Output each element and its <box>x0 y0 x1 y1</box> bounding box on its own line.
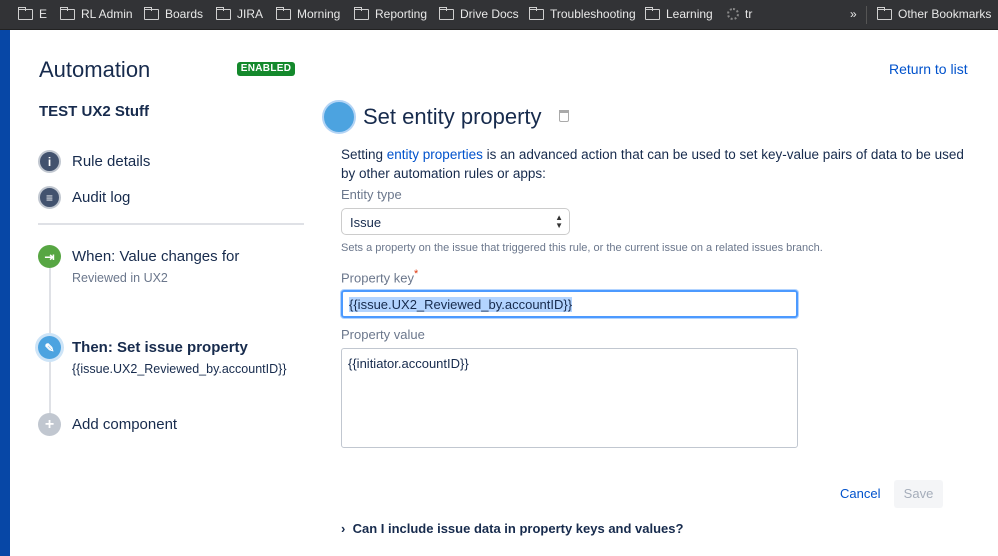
bookmark-drive-docs[interactable]: Drive Docs <box>439 6 519 21</box>
set-property-icon <box>322 100 356 134</box>
bookmarks-overflow-button[interactable]: » <box>850 7 857 21</box>
folder-icon <box>144 6 159 20</box>
folder-icon <box>529 6 544 20</box>
plus-icon: + <box>38 413 61 436</box>
bookmark-learning[interactable]: Learning <box>645 6 713 21</box>
bookmark-jira[interactable]: JIRA <box>216 6 263 21</box>
info-icon: i <box>38 150 61 173</box>
globe-icon <box>727 8 739 20</box>
folder-icon <box>276 6 291 20</box>
project-name: TEST UX2 Stuff <box>39 103 150 120</box>
other-bookmarks[interactable]: Other Bookmarks <box>877 6 991 21</box>
entity-type-label: Entity type <box>341 187 402 202</box>
step-trigger-detail: Reviewed in UX2 <box>72 271 168 285</box>
page-title: Automation <box>39 57 151 82</box>
bookmark-rl-admin[interactable]: RL Admin <box>60 6 133 21</box>
folder-icon <box>216 6 231 20</box>
step-action[interactable]: Then: Set issue property <box>72 339 248 356</box>
app-sidebar-strip <box>0 30 10 556</box>
trigger-icon: ⇥ <box>38 245 61 268</box>
action-title: Set entity property <box>363 104 542 129</box>
bookmark-morning[interactable]: Morning <box>276 6 340 21</box>
bookmark-boards[interactable]: Boards <box>144 6 203 21</box>
action-icon: ✎ <box>38 336 61 359</box>
folder-icon <box>439 6 454 20</box>
entity-type-select[interactable]: Issue ▲ ▼ <box>341 208 570 235</box>
bookmark-e[interactable]: E <box>18 6 47 21</box>
step-trigger[interactable]: When: Value changes for <box>72 248 239 265</box>
property-key-input[interactable]: {{issue.UX2_Reviewed_by.accountID}} <box>341 290 798 318</box>
folder-icon <box>645 6 660 20</box>
folder-icon <box>60 6 75 20</box>
property-value-label: Property value <box>341 327 425 342</box>
select-arrows-icon: ▲ ▼ <box>555 213 563 230</box>
folder-icon <box>18 6 33 20</box>
sidebar-item-audit-log[interactable]: Audit log <box>72 189 130 206</box>
save-button[interactable]: Save <box>894 480 943 508</box>
bookmarks-bar: E RL Admin Boards JIRA Morning Reporting… <box>0 0 998 30</box>
list-icon: ≡ <box>38 186 61 209</box>
entity-properties-link[interactable]: entity properties <box>387 147 483 162</box>
bookmark-tr[interactable]: tr <box>727 7 752 21</box>
property-value-textarea[interactable]: {{initiator.accountID}} <box>341 348 798 448</box>
divider <box>38 223 304 225</box>
trash-icon[interactable] <box>559 110 569 122</box>
faq-expander[interactable]: › Can I include issue data in property k… <box>341 521 683 536</box>
bookmark-reporting[interactable]: Reporting <box>354 6 427 21</box>
add-component-button[interactable]: Add component <box>72 416 177 433</box>
cancel-button[interactable]: Cancel <box>840 486 880 501</box>
folder-icon <box>877 6 892 20</box>
bookmark-troubleshooting[interactable]: Troubleshooting <box>529 6 636 21</box>
return-to-list-link[interactable]: Return to list <box>889 61 968 77</box>
entity-type-help: Sets a property on the issue that trigge… <box>341 242 823 254</box>
folder-icon <box>354 6 369 20</box>
chevron-right-icon: › <box>341 521 346 536</box>
sidebar-item-rule-details[interactable]: Rule details <box>72 153 150 170</box>
status-badge: ENABLED <box>237 62 295 76</box>
step-action-detail: {{issue.UX2_Reviewed_by.accountID}} <box>72 362 287 376</box>
separator <box>866 6 867 24</box>
property-key-label: Property key* <box>341 268 419 286</box>
action-description: Setting entity properties is an advanced… <box>341 147 964 181</box>
